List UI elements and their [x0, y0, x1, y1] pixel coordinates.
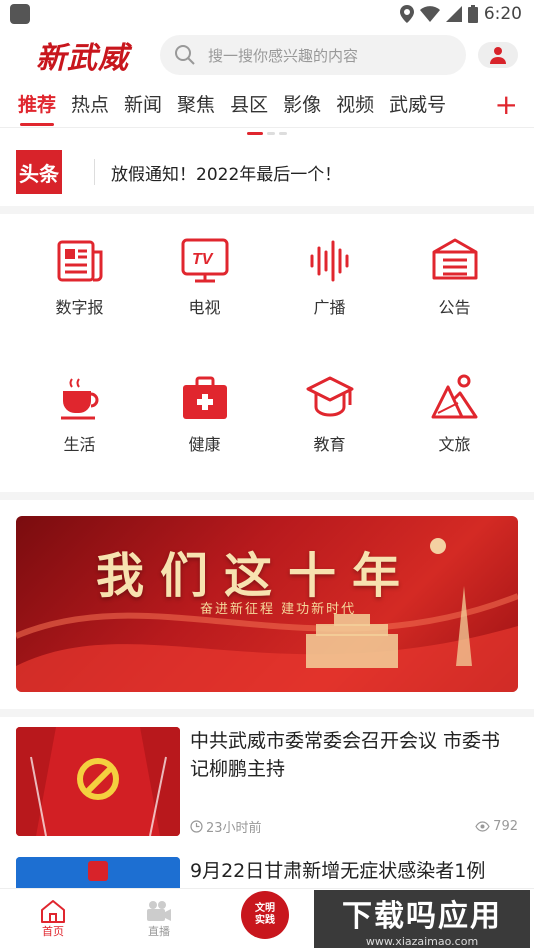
nav-home[interactable]: 首页 — [0, 889, 106, 939]
promo-banner[interactable]: 我们这十年 奋进新征程 建功新时代 — [16, 516, 518, 692]
grid-label: 健康 — [188, 435, 221, 454]
app-logo: 新武威 — [36, 41, 129, 76]
civilization-practice-button[interactable]: 文明 实践 — [241, 891, 289, 939]
section-divider — [0, 492, 534, 500]
search-bar[interactable]: 搜一搜你感兴趣的内容 — [160, 35, 466, 75]
indicator-dot — [279, 131, 287, 135]
channel-tabs: 推荐 热点 新闻 聚焦 县区 影像 视频 武威号 + — [0, 82, 534, 128]
watermark-text: 下载吗应用 — [342, 898, 502, 934]
watermark-url: www.xiazaimao.com — [365, 934, 479, 948]
civ-line1: 文明 — [255, 903, 275, 914]
user-profile-button[interactable] — [478, 42, 518, 68]
grid-item-radio[interactable]: 广播 — [267, 236, 392, 343]
nav-live[interactable]: 直播 — [106, 889, 212, 939]
civ-line2: 实践 — [255, 915, 275, 926]
grid-item-culture-tourism[interactable]: 文旅 — [392, 373, 517, 480]
grid-item-notice[interactable]: 公告 — [392, 236, 517, 343]
party-flag-image — [16, 727, 180, 836]
tab-hot[interactable]: 热点 — [71, 82, 109, 128]
headline-text[interactable]: 放假通知！2022年最后一个！ — [111, 160, 341, 185]
clock-icon — [190, 820, 203, 833]
search-icon — [175, 45, 195, 65]
grid-label: 文旅 — [438, 435, 471, 454]
grid-item-life[interactable]: 生活 — [17, 373, 142, 480]
grid-label: 公告 — [438, 298, 471, 317]
page-indicator — [0, 128, 534, 138]
grid-label: 电视 — [188, 298, 221, 317]
feature-grid: 数字报 TV 电视 广播 公告 生活 健康 教育 文旅 — [0, 214, 534, 492]
section-divider — [0, 206, 534, 214]
user-icon — [490, 47, 506, 64]
grid-item-education[interactable]: 教育 — [267, 373, 392, 480]
grid-item-newspaper[interactable]: 数字报 — [17, 236, 142, 343]
app-header: 新武威 搜一搜你感兴趣的内容 — [0, 28, 534, 82]
divider — [94, 159, 95, 185]
tab-focus[interactable]: 聚焦 — [177, 82, 215, 128]
eye-icon — [475, 821, 490, 832]
signal-icon — [445, 6, 462, 22]
nav-live-label: 直播 — [148, 925, 170, 938]
tv-icon: TV — [181, 238, 228, 283]
graduation-cap-icon — [306, 376, 353, 417]
banner-title: 我们这十年 — [96, 548, 417, 604]
add-channel-button[interactable]: + — [495, 88, 518, 122]
news-title[interactable]: 中共武威市委常委会召开会议 市委书记柳鹏主持 — [190, 727, 518, 783]
home-icon — [41, 900, 65, 923]
wifi-icon — [419, 6, 440, 22]
coffee-cup-icon — [60, 378, 98, 420]
news-views: 792 — [493, 819, 518, 834]
radio-wave-icon — [310, 240, 348, 282]
section-divider — [0, 709, 534, 717]
grid-label: 生活 — [63, 435, 96, 454]
watermark-overlay: 下载吗应用 www.xiazaimao.com — [314, 890, 530, 948]
grid-label: 教育 — [313, 435, 346, 454]
first-aid-kit-icon — [182, 376, 227, 419]
tab-county[interactable]: 县区 — [230, 82, 268, 128]
location-icon — [399, 5, 414, 23]
news-time: 23小时前 — [206, 821, 262, 836]
tab-wuwei-hao[interactable]: 武威号 — [389, 82, 446, 128]
battery-icon — [467, 5, 478, 23]
newspaper-icon — [57, 240, 102, 282]
headline-bar[interactable]: 头条 放假通知！2022年最后一个！ — [0, 138, 534, 206]
grid-item-tv[interactable]: TV 电视 — [142, 236, 267, 343]
news-title[interactable]: 9月22日甘肃新增无症状感染者1例 — [190, 857, 518, 885]
notification-icon — [10, 4, 30, 24]
banner-subtitle: 奋进新征程 建功新时代 — [200, 602, 357, 617]
grid-item-health[interactable]: 健康 — [142, 373, 267, 480]
tab-news[interactable]: 新闻 — [124, 82, 162, 128]
mountain-icon — [431, 374, 477, 419]
svg-text:TV: TV — [192, 251, 214, 268]
tab-recommend[interactable]: 推荐 — [18, 82, 56, 128]
grid-label: 广播 — [313, 298, 346, 317]
tab-image[interactable]: 影像 — [283, 82, 321, 128]
search-placeholder: 搜一搜你感兴趣的内容 — [208, 46, 359, 65]
headline-badge: 头条 — [16, 150, 62, 194]
grid-label: 数字报 — [55, 298, 104, 317]
indicator-dot — [267, 131, 275, 135]
notice-icon — [432, 238, 477, 280]
news-item[interactable]: 中共武威市委常委会召开会议 市委书记柳鹏主持 23小时前 792 — [0, 717, 534, 847]
nav-home-label: 首页 — [42, 925, 64, 938]
news-thumbnail — [16, 727, 180, 836]
status-bar: 6:20 — [0, 0, 534, 28]
indicator-dot — [247, 131, 263, 135]
tab-video[interactable]: 视频 — [336, 82, 374, 128]
banner-container: 我们这十年 奋进新征程 建功新时代 — [0, 500, 534, 709]
status-time: 6:20 — [483, 4, 522, 24]
live-camera-icon — [147, 901, 171, 921]
nav-civilization[interactable]: 文明 实践 — [212, 889, 318, 939]
